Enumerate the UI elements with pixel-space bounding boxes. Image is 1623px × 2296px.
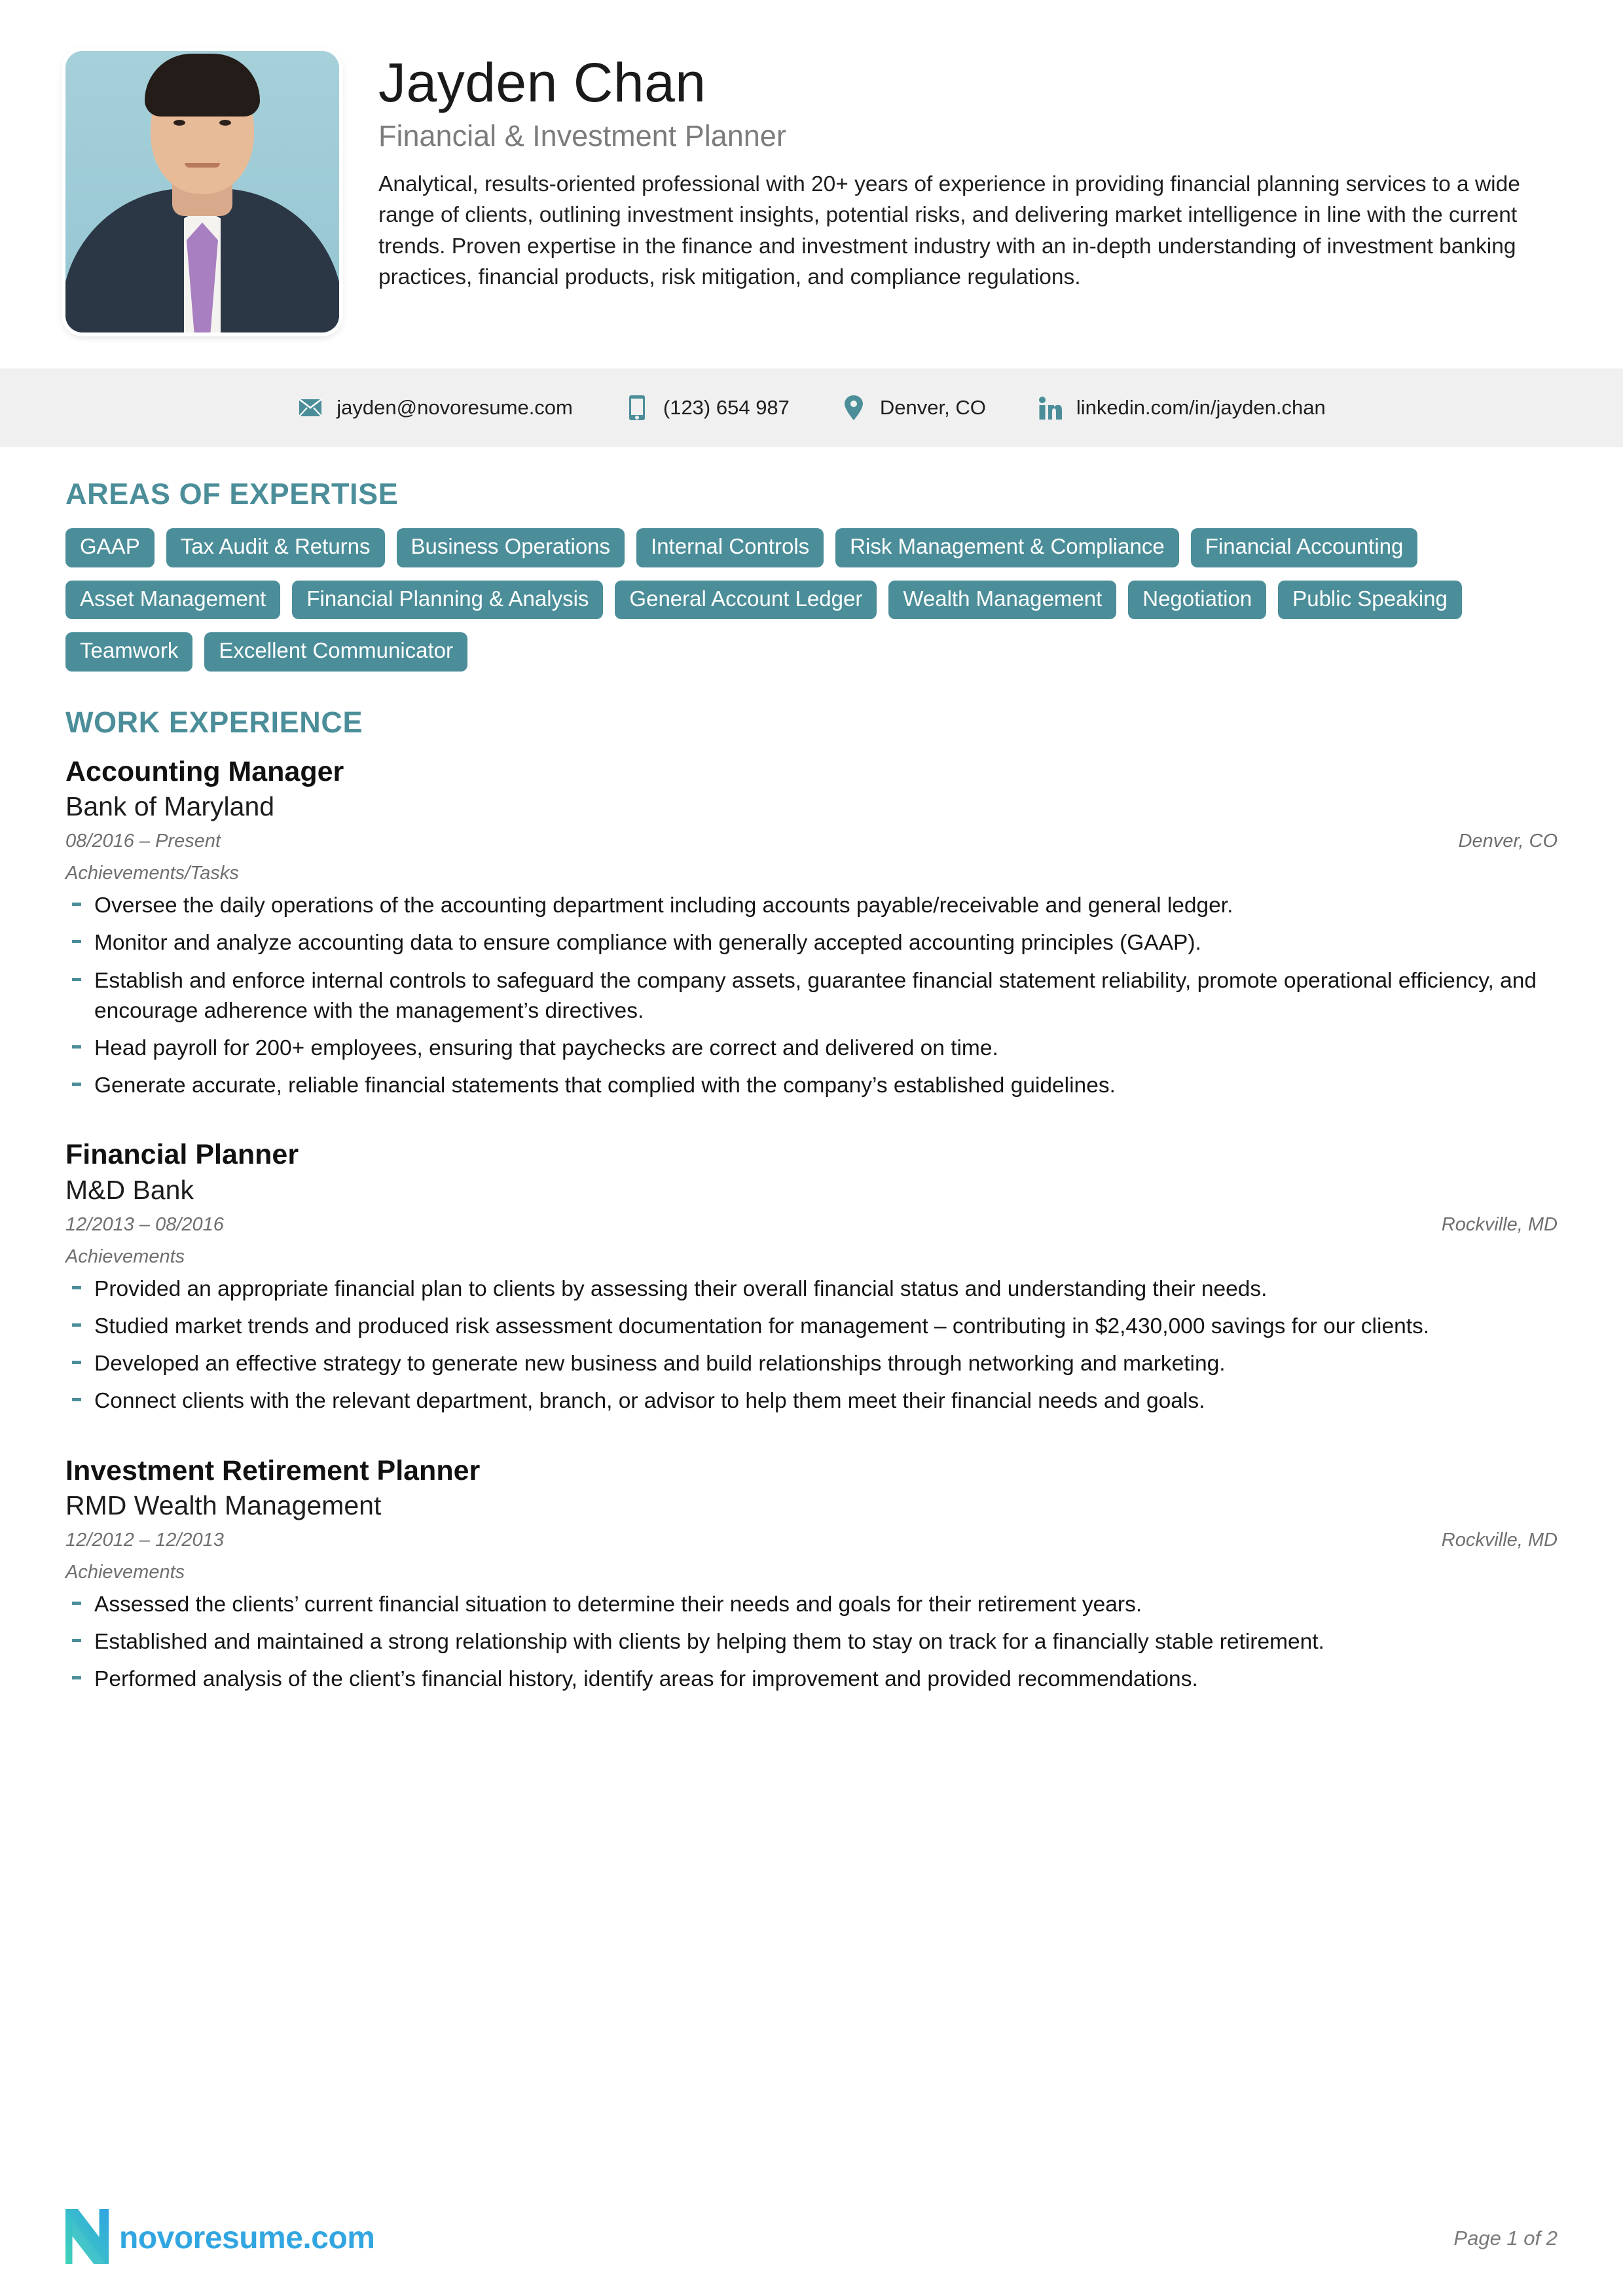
page-number: Page 1 of 2 <box>1453 2226 1558 2250</box>
job-company: Bank of Maryland <box>65 791 275 822</box>
job-bullet: Provided an appropriate financial plan t… <box>68 1274 1554 1304</box>
job-company: M&D Bank <box>65 1175 194 1206</box>
expertise-tag[interactable]: GAAP <box>65 528 155 567</box>
contact-location-value: Denver, CO <box>879 396 986 419</box>
expertise-tag[interactable]: General Account Ledger <box>615 580 877 620</box>
job-bullet: Establish and enforce internal controls … <box>68 966 1554 1026</box>
expertise-tag[interactable]: Asset Management <box>65 580 281 620</box>
expertise-tag[interactable]: Internal Controls <box>636 528 824 567</box>
novoresume-logo[interactable]: novoresume.com <box>61 2204 375 2270</box>
job-bullet: Connect clients with the relevant depart… <box>68 1386 1554 1416</box>
expertise-tag[interactable]: Financial Planning & Analysis <box>292 580 604 620</box>
job-subheading: Achievements <box>65 1246 185 1267</box>
job-location: Rockville, MD <box>1441 1529 1558 1551</box>
job-location: Rockville, MD <box>1441 1213 1558 1235</box>
job-meta: 12/2013 – 08/2016 Rockville, MD <box>65 1214 1558 1236</box>
job-bullet: Established and maintained a strong rela… <box>68 1627 1554 1657</box>
expertise-tag[interactable]: Risk Management & Compliance <box>835 528 1179 567</box>
expertise-section-title: AREAS OF EXPERTISE <box>65 477 399 511</box>
job-bullet: Studied market trends and produced risk … <box>68 1312 1554 1342</box>
work-experience-section: WORK EXPERIENCE Accounting Manager Bank … <box>0 706 1623 1695</box>
portrait-eye-right <box>219 120 231 126</box>
job-bullet: Performed analysis of the client’s finan… <box>68 1664 1554 1695</box>
job-bullet: Monitor and analyze accounting data to e… <box>68 928 1554 958</box>
work-experience-section-title: WORK EXPERIENCE <box>65 705 363 739</box>
candidate-job-title: Financial & Investment Planner <box>378 119 786 152</box>
contact-email-value: jayden@novoresume.com <box>337 396 573 419</box>
candidate-name: Jayden Chan <box>378 52 706 113</box>
job-bullet: Developed an effective strategy to gener… <box>68 1349 1554 1379</box>
envelope-icon <box>297 399 323 416</box>
expertise-tag[interactable]: Public Speaking <box>1278 580 1462 620</box>
expertise-tag[interactable]: Business Operations <box>396 528 625 567</box>
expertise-section: AREAS OF EXPERTISE GAAP Tax Audit & Retu… <box>0 477 1623 672</box>
contact-phone-value: (123) 654 987 <box>663 396 790 419</box>
mobile-phone-icon <box>624 395 650 420</box>
contact-phone[interactable]: (123) 654 987 <box>624 395 790 420</box>
job-bullet: Generate accurate, reliable financial st… <box>68 1071 1554 1101</box>
expertise-tag[interactable]: Negotiation <box>1128 580 1267 620</box>
page-footer: novoresume.com Page 1 of 2 <box>0 2204 1623 2270</box>
job-bullet: Oversee the daily operations of the acco… <box>68 891 1554 921</box>
linkedin-icon <box>1037 396 1063 420</box>
experience-entry: Investment Retirement Planner RMD Wealth… <box>65 1454 1558 1695</box>
novoresume-mark-icon <box>61 2204 111 2270</box>
expertise-tag-list: GAAP Tax Audit & Returns Business Operat… <box>65 528 1506 672</box>
job-location: Denver, CO <box>1458 831 1558 852</box>
contact-email[interactable]: jayden@novoresume.com <box>297 396 573 420</box>
job-role: Financial Planner <box>65 1139 299 1171</box>
job-bullet-list: Provided an appropriate financial plan t… <box>68 1274 1558 1417</box>
resume-header: Jayden Chan Financial & Investment Plann… <box>0 0 1623 332</box>
job-role: Accounting Manager <box>65 755 344 787</box>
job-subheading: Achievements <box>65 1561 185 1583</box>
job-subheading: Achievements/Tasks <box>65 863 239 884</box>
expertise-tag[interactable]: Tax Audit & Returns <box>166 528 385 567</box>
avatar <box>65 51 339 332</box>
location-pin-icon <box>841 395 867 420</box>
job-company: RMD Wealth Management <box>65 1490 382 1521</box>
professional-summary: Analytical, results-oriented professiona… <box>378 171 1520 290</box>
job-meta: 12/2012 – 12/2013 Rockville, MD <box>65 1530 1558 1551</box>
job-dates: 12/2012 – 12/2013 <box>65 1529 224 1551</box>
job-bullet: Assessed the clients’ current financial … <box>68 1590 1554 1620</box>
job-role: Investment Retirement Planner <box>65 1454 481 1486</box>
experience-entry: Financial Planner M&D Bank 12/2013 – 08/… <box>65 1138 1558 1416</box>
expertise-tag[interactable]: Wealth Management <box>888 580 1117 620</box>
contact-location[interactable]: Denver, CO <box>841 395 986 420</box>
contact-linkedin-value: linkedin.com/in/jayden.chan <box>1076 396 1326 419</box>
job-bullet-list: Assessed the clients’ current financial … <box>68 1590 1558 1695</box>
header-text-block: Jayden Chan Financial & Investment Plann… <box>378 51 1558 293</box>
job-bullet-list: Oversee the daily operations of the acco… <box>68 891 1558 1101</box>
job-dates: 12/2013 – 08/2016 <box>65 1213 224 1235</box>
expertise-tag[interactable]: Financial Accounting <box>1190 528 1418 567</box>
portrait-mouth <box>185 163 220 168</box>
expertise-tag[interactable]: Teamwork <box>65 632 193 672</box>
contact-linkedin[interactable]: linkedin.com/in/jayden.chan <box>1037 396 1326 420</box>
experience-entry: Accounting Manager Bank of Maryland 08/2… <box>65 755 1558 1102</box>
job-dates: 08/2016 – Present <box>65 831 221 852</box>
job-bullet: Head payroll for 200+ employees, ensurin… <box>68 1033 1554 1064</box>
portrait-eye-left <box>173 120 185 126</box>
novoresume-logo-text: novoresume.com <box>119 2221 375 2255</box>
contact-bar: jayden@novoresume.com (123) 654 987 Denv… <box>0 368 1623 447</box>
expertise-tag[interactable]: Excellent Communicator <box>204 632 468 672</box>
job-meta: 08/2016 – Present Denver, CO <box>65 831 1558 852</box>
